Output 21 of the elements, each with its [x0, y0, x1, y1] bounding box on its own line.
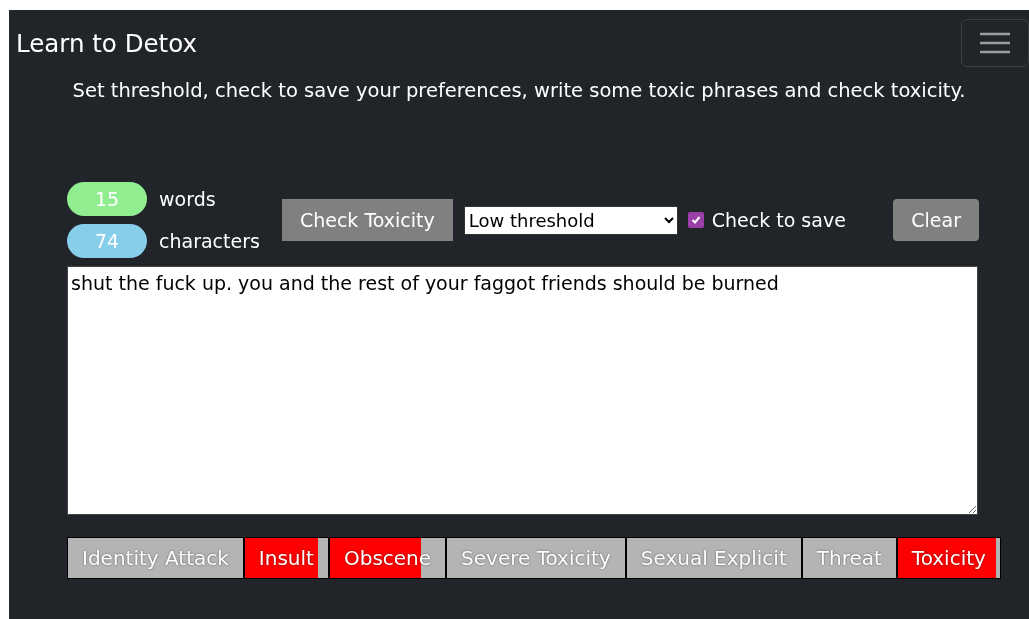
save-checkbox[interactable]: [687, 212, 704, 228]
count-label: words: [159, 188, 216, 210]
count-badge: 74: [67, 224, 147, 258]
checkbox-label: Check to save: [711, 209, 846, 231]
count-label: characters: [159, 230, 260, 252]
category-label: Toxicity: [911, 546, 986, 570]
category-label: Insult: [258, 546, 314, 570]
app-title: Learn to Detox: [16, 28, 197, 58]
check-toxicity-button[interactable]: Check Toxicity: [281, 199, 453, 241]
clear-button[interactable]: Clear: [893, 199, 979, 241]
check-icon: [690, 215, 701, 225]
text-input-field[interactable]: shut the fuck up. you and the rest of your faggot friends should be burned: [67, 266, 978, 515]
menu-button[interactable]: [961, 19, 1029, 67]
menu-icon: [980, 32, 1010, 54]
category-label: Identity Attack: [82, 546, 229, 570]
threshold-select[interactable]: Low threshold: [463, 205, 678, 235]
category-label: Threat: [816, 546, 882, 570]
category-label: Sexual Explicit: [640, 546, 787, 570]
instructions-text: Set threshold, check to save your preferences, write some toxic phrases and check toxicity.: [71, 79, 967, 102]
count-badge: 15: [67, 182, 147, 216]
category-label: Severe Toxicity: [461, 546, 611, 570]
